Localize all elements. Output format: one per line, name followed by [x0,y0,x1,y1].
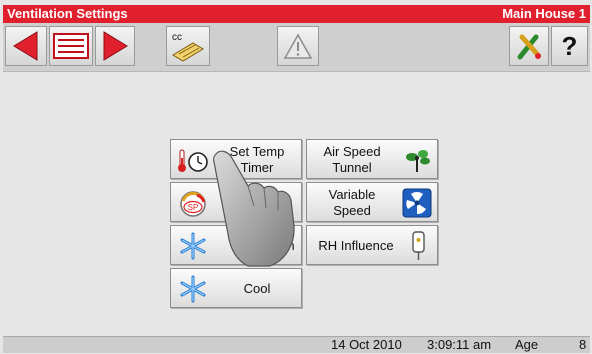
fan-blades-icon [402,188,432,218]
alarm-button[interactable] [277,26,319,66]
arrow-left-icon [13,31,38,61]
previous-button[interactable] [5,26,47,66]
cool-label: Cool [243,281,271,296]
list-view-button[interactable] [49,26,93,66]
arrow-right-icon [103,31,128,61]
heat-influence-label: n [287,238,295,253]
thermometer-clock-icon [178,149,208,172]
air-speed-label-line1: Air Speed [323,144,381,159]
cc-keyboard-button[interactable]: cc [166,26,210,66]
warning-icon [283,33,313,59]
humidity-sensor-icon [412,231,425,260]
variable-speed-label-line1: Variable [328,187,376,202]
static-pressure-label: e [278,195,286,210]
status-time: 3:09:11 am [427,337,492,352]
tools-button[interactable] [509,26,549,66]
help-icon: ? [561,30,578,61]
cc-keyboard-icon: cc [172,32,204,62]
status-date: 14 Oct 2010 [331,337,402,352]
title-bar: Ventilation Settings Main House 1 [3,5,590,23]
set-temp-label-line2: Timer [240,160,274,175]
rh-influence-label: RH Influence [318,238,394,253]
window-title: Ventilation Settings [7,6,128,21]
tools-icon [517,34,541,60]
cc-label: cc [172,32,182,43]
list-view-icon [53,33,89,59]
air-speed-fan-icon [406,150,430,172]
status-bar: 14 Oct 2010 3:09:11 am Age 8 [3,336,590,353]
static-pressure-button[interactable]: SP e [170,182,302,222]
air-speed-tunnel-button[interactable]: Air Speed Tunnel [306,139,438,179]
variable-speed-label-line2: Speed [333,203,371,218]
location-label: Main House 1 [502,6,586,21]
toolbar: cc ? [3,23,590,72]
snowflake-icon [180,275,206,303]
set-temp-timer-button[interactable]: Set Temp Timer [170,139,302,179]
ventilation-settings-screen: Ventilation Settings Main House 1 cc ? S… [0,0,592,354]
pressure-gauge-icon: SP [180,191,206,217]
sp-gauge-text: SP [188,203,199,212]
heat-influence-button[interactable]: n [170,225,302,265]
help-button[interactable]: ? [551,26,588,66]
snowflake-icon [180,232,206,260]
status-age-value: 8 [579,337,587,352]
air-speed-label-line2: Tunnel [332,160,372,175]
set-temp-label-line1: Set Temp [229,144,285,159]
rh-influence-button[interactable]: RH Influence [306,225,438,265]
status-age-label: Age [515,337,539,352]
cool-button[interactable]: Cool [170,268,302,308]
next-button[interactable] [95,26,135,66]
variable-speed-button[interactable]: Variable Speed [306,182,438,222]
